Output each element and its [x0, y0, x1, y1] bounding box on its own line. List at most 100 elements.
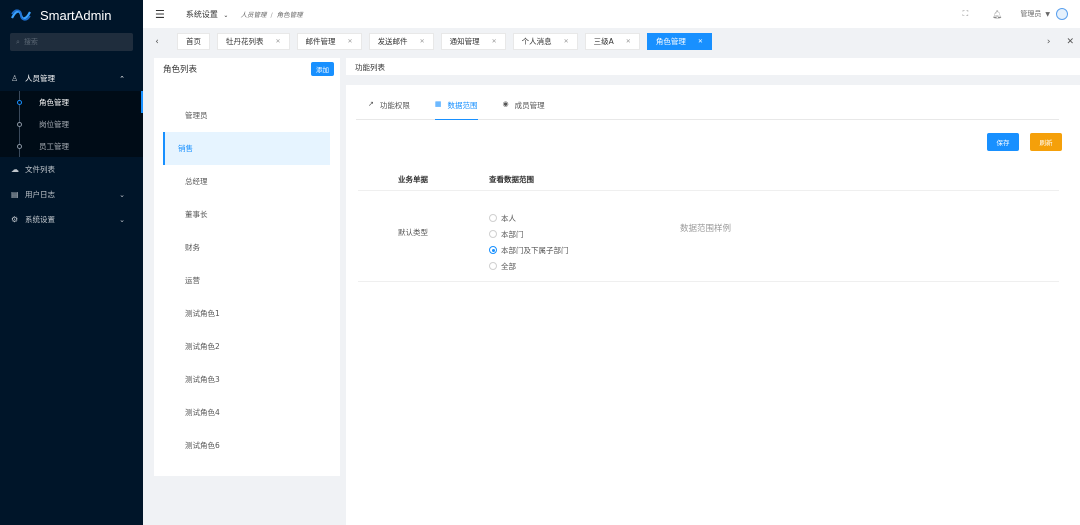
sub-item-label: 员工管理: [39, 141, 69, 151]
cloud-icon: ☁: [11, 165, 19, 174]
role-item[interactable]: 运营: [163, 264, 330, 297]
close-icon[interactable]: ✕: [276, 38, 281, 45]
user-name[interactable]: 管理员: [1020, 9, 1041, 19]
tab-role-management[interactable]: 角色管理 ✕: [646, 33, 712, 50]
sub-item-label: 角色管理: [39, 97, 69, 107]
tab-home[interactable]: 首页: [177, 33, 210, 50]
role-list-panel: 角色列表 添加 管理员 销售 总经理 董事长 财务 运营 测试角色1 测试角色2 测试角色3 测试…: [154, 58, 340, 476]
radio-department[interactable]: 本部门: [489, 226, 569, 242]
close-all-icon[interactable]: ✕: [1066, 37, 1074, 47]
close-icon[interactable]: ✕: [626, 38, 631, 45]
column-header: 业务单据: [398, 175, 428, 184]
function-tabs: ↗ 功能权限 ▦ 数据范围 ◉ 成员管理: [356, 94, 1059, 120]
eye-icon: ◉: [502, 100, 509, 108]
menu-toggle-icon[interactable]: ☰: [155, 8, 165, 21]
tab-label: 邮件管理: [305, 37, 336, 46]
breadcrumb: 人员管理 / 角色管理: [240, 11, 303, 19]
role-item[interactable]: 测试角色1: [163, 297, 330, 330]
role-item[interactable]: 销售: [163, 132, 330, 165]
menu-item-system-settings[interactable]: ⚙ 系统设置 ⌄: [0, 207, 143, 232]
role-item[interactable]: 测试角色6: [163, 429, 330, 462]
role-item[interactable]: 测试角色4: [163, 396, 330, 429]
chevron-down-icon[interactable]: ▼: [1045, 11, 1050, 18]
close-icon[interactable]: ✕: [420, 38, 425, 45]
refresh-button[interactable]: 刷新: [1030, 133, 1062, 151]
sidebar: SmartAdmin ⌕ 搜索 ♙ 人员管理 ⌃ 角色管理 岗位管理 员工管理: [0, 0, 143, 525]
sub-item-label: 岗位管理: [39, 119, 69, 129]
chevron-down-icon: ⌄: [119, 190, 125, 199]
tab-label: 首页: [186, 37, 201, 46]
radio-label: 全部: [501, 261, 516, 271]
staff-submenu: 角色管理 岗位管理 员工管理: [0, 91, 143, 157]
role-item[interactable]: 总经理: [163, 165, 330, 198]
system-select[interactable]: 系统设置 ⌄: [186, 9, 229, 20]
role-item[interactable]: 财务: [163, 231, 330, 264]
table-row: 默认类型 本人 本部门 本部门及下属子部门 全部 数据范围样例: [358, 192, 1059, 282]
bell-icon[interactable]: 🔔︎: [992, 10, 1002, 19]
tab-notice-management[interactable]: 通知管理 ✕: [440, 33, 506, 50]
tab-personal-messages[interactable]: 个人消息 ✕: [512, 33, 578, 50]
logo[interactable]: SmartAdmin: [0, 0, 143, 30]
tab-member-management[interactable]: ◉ 成员管理: [503, 94, 545, 120]
tab-label: 发送邮件: [377, 37, 408, 46]
add-role-button[interactable]: 添加: [311, 62, 334, 76]
tab-peony-list[interactable]: 牡丹花列表 ✕: [217, 33, 290, 50]
chevron-down-icon: ⌄: [223, 11, 229, 19]
sidebar-item-position-management[interactable]: 岗位管理: [0, 113, 143, 135]
chevron-down-icon: ⌄: [119, 215, 125, 224]
table-icon: ▦: [434, 100, 442, 108]
function-list-title: 功能列表: [355, 63, 385, 72]
sidebar-search-input[interactable]: ⌕ 搜索: [10, 33, 133, 51]
row-type-name: 默认类型: [398, 228, 428, 237]
radio-all[interactable]: 全部: [489, 258, 569, 274]
menu-item-label: 人员管理: [25, 74, 55, 83]
sidebar-item-role-management[interactable]: 角色管理: [0, 91, 143, 113]
app-name: SmartAdmin: [40, 7, 112, 23]
role-item[interactable]: 董事长: [163, 198, 330, 231]
column-header: 查看数据范围: [489, 175, 534, 184]
log-icon: ▤: [11, 190, 19, 199]
search-icon: ⌕: [16, 37, 20, 46]
sidebar-item-employee-management[interactable]: 员工管理: [0, 135, 143, 157]
menu-item-file-list[interactable]: ☁ 文件列表: [0, 157, 143, 182]
menu-item-staff[interactable]: ♙ 人员管理 ⌃: [0, 66, 143, 91]
save-button[interactable]: 保存: [987, 133, 1019, 151]
radio-department-and-subs[interactable]: 本部门及下属子部门: [489, 242, 569, 258]
role-item[interactable]: 管理员: [163, 99, 330, 132]
tab-mail-management[interactable]: 邮件管理 ✕: [296, 33, 362, 50]
fullscreen-icon[interactable]: ⛶: [963, 9, 969, 19]
tab-function-permission[interactable]: ↗ 功能权限: [368, 94, 410, 120]
close-icon[interactable]: ✕: [564, 38, 569, 45]
radio-label: 本部门及下属子部门: [501, 245, 569, 255]
tabs-bar: ‹ 首页 牡丹花列表 ✕ 邮件管理 ✕ 发送邮件 ✕ 通知管理 ✕ 个人消息 ✕ 三级A ✕…: [143, 28, 1080, 55]
role-list: 管理员 销售 总经理 董事长 财务 运营 测试角色1 测试角色2 测试角色3 测试角色4 测试角色6: [154, 99, 340, 462]
role-list-header: 角色列表 添加: [154, 58, 340, 80]
chevron-left-icon[interactable]: ‹: [149, 37, 165, 47]
function-list-panel: 功能列表 ↗ 功能权限 ▦ 数据范围 ◉ 成员管理 保存 刷新 业务单据 查看数…: [346, 58, 1080, 525]
tab-label: 功能权限: [379, 101, 410, 110]
radio-self[interactable]: 本人: [489, 210, 569, 226]
sidebar-menu: ♙ 人员管理 ⌃ 角色管理 岗位管理 员工管理 ☁ 文件列表 ▤ 用户日志 ⌄ …: [0, 66, 143, 232]
chevron-right-icon[interactable]: ›: [1047, 37, 1051, 47]
search-placeholder: 搜索: [23, 38, 38, 46]
tab-level3-a[interactable]: 三级A ✕: [584, 33, 640, 50]
avatar[interactable]: [1056, 8, 1068, 20]
role-item[interactable]: 测试角色2: [163, 330, 330, 363]
close-icon[interactable]: ✕: [492, 38, 497, 45]
breadcrumb-item[interactable]: 人员管理: [240, 11, 266, 19]
chevron-up-icon: ⌃: [119, 74, 125, 83]
role-item[interactable]: 测试角色3: [163, 363, 330, 396]
tab-data-scope[interactable]: ▦ 数据范围: [434, 94, 478, 120]
menu-item-user-log[interactable]: ▤ 用户日志 ⌄: [0, 182, 143, 207]
close-icon[interactable]: ✕: [698, 38, 703, 45]
menu-item-label: 系统设置: [25, 215, 55, 224]
tab-label: 成员管理: [514, 101, 545, 110]
user-group-icon: ♙: [11, 74, 19, 83]
settings-icon: ⚙: [11, 215, 19, 224]
top-header: ☰ 系统设置 ⌄ 人员管理 / 角色管理 ⛶ 🔔︎ 管理员 ▼: [143, 0, 1080, 28]
tab-label: 牡丹花列表: [226, 37, 264, 46]
tab-send-mail[interactable]: 发送邮件 ✕: [368, 33, 434, 50]
close-icon[interactable]: ✕: [348, 38, 353, 45]
radio-label: 本人: [501, 213, 516, 223]
tab-label: 数据范围: [447, 101, 478, 110]
